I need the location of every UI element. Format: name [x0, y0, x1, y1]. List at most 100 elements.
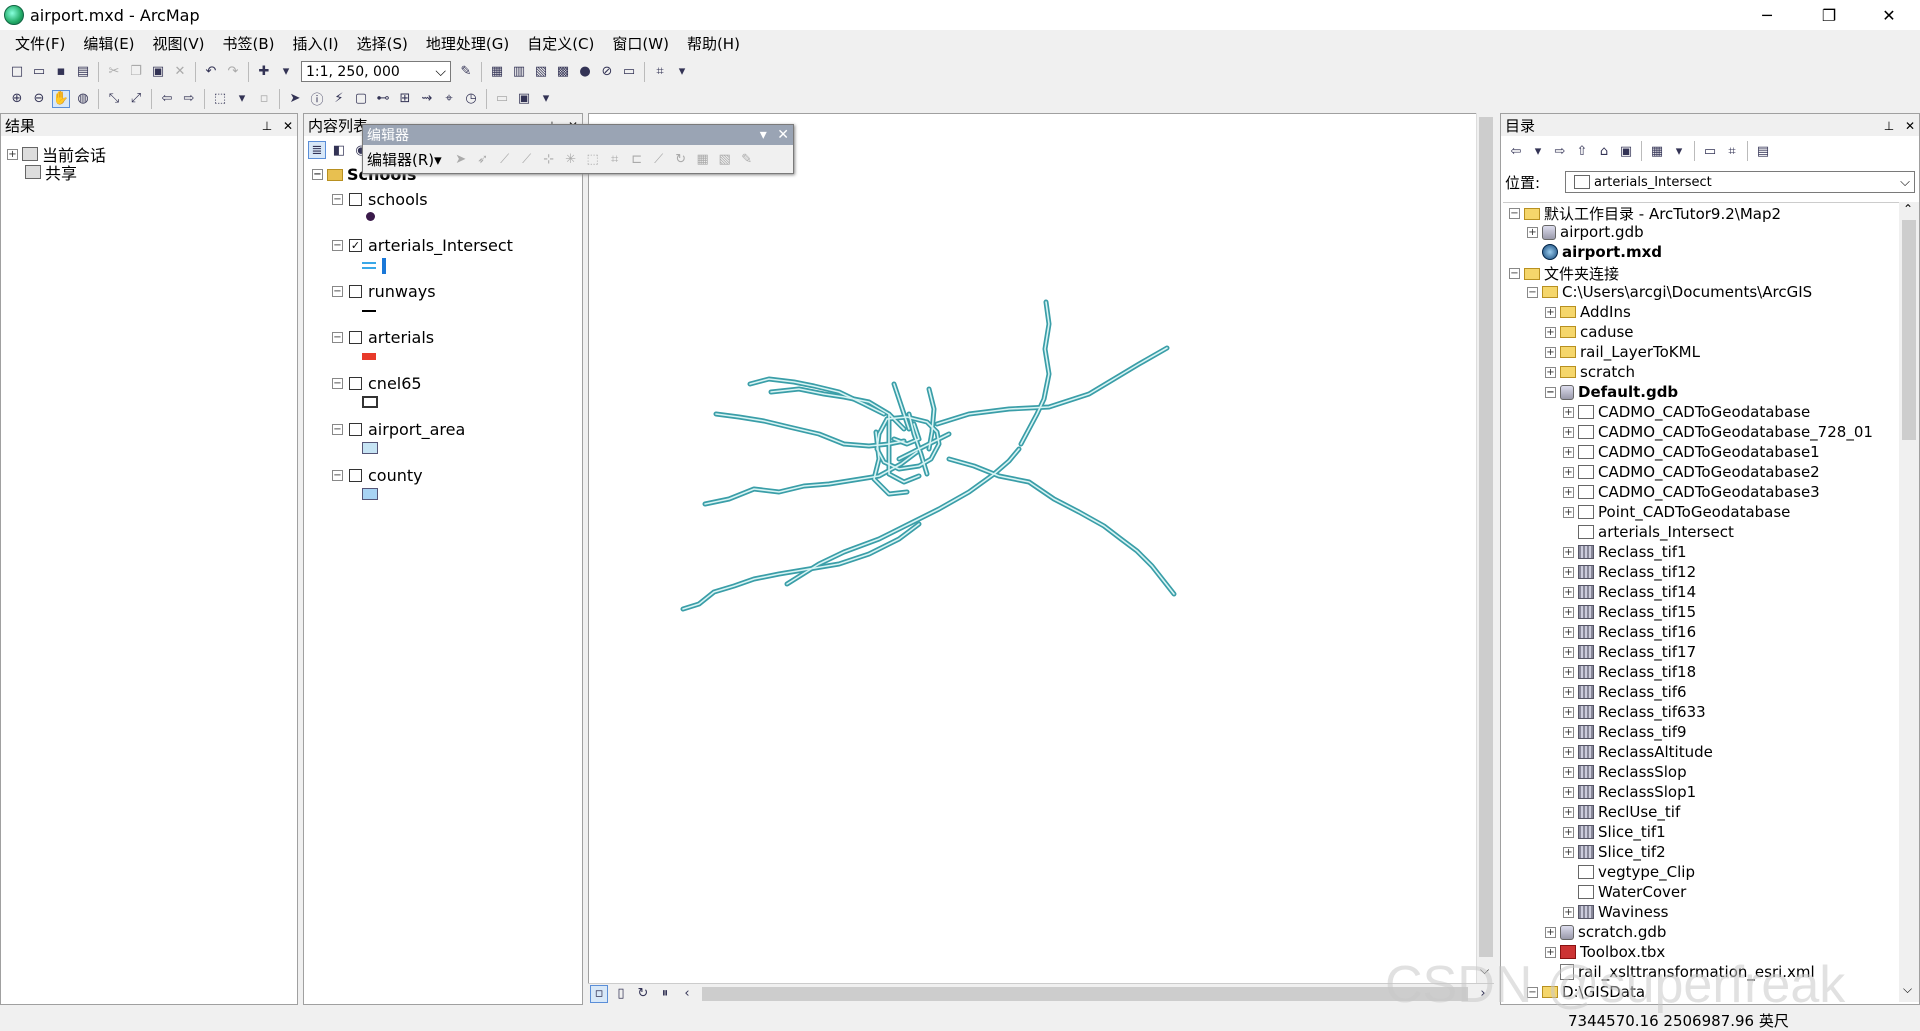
collapse-icon[interactable]: −	[1509, 208, 1520, 219]
catalog-tree-item[interactable]: + ReclassSlop1	[1563, 783, 1696, 801]
layout-view-icon[interactable]: ▯	[612, 985, 630, 1003]
zoom-out-icon[interactable]: ⊖	[30, 90, 48, 108]
rotate-icon[interactable]: ↻	[672, 150, 690, 168]
redo-icon[interactable]: ↷	[224, 63, 242, 81]
catalog-tree-item[interactable]: + Reclass_tif15	[1563, 603, 1696, 621]
go-forward-arrow-icon[interactable]: ⇨	[180, 90, 198, 108]
expand-icon[interactable]: +	[1563, 766, 1574, 778]
expand-icon[interactable]: +	[1563, 786, 1574, 798]
menu-insert[interactable]: 插入(I)	[284, 33, 348, 54]
edit-tool-icon[interactable]: ➤	[452, 150, 470, 168]
catalog-tree-item[interactable]: + scratch.gdb	[1545, 923, 1666, 941]
delete-icon[interactable]: ✕	[171, 63, 189, 81]
expand-icon[interactable]: +	[1563, 906, 1574, 918]
expand-icon[interactable]: +	[1563, 506, 1574, 518]
map-scale-combobox[interactable]: 1:1, 250, 000 ⌵	[301, 61, 451, 82]
menu-help[interactable]: 帮助(H)	[678, 33, 749, 54]
disconnect-folder-icon[interactable]: ⌗	[1723, 142, 1741, 160]
layer-visibility-checkbox[interactable]	[349, 469, 362, 482]
editor-toolbar-titlebar[interactable]: 编辑器 ▾ ✕	[363, 125, 793, 145]
scrollbar-thumb[interactable]	[1479, 117, 1493, 957]
toggle-contents-icon[interactable]: ▣	[1617, 142, 1635, 160]
catalog-tree-item[interactable]: + CADMO_CADToGeodatabase_728_01	[1563, 423, 1873, 441]
expand-icon[interactable]: +	[1563, 426, 1574, 438]
cut-icon[interactable]: ✂	[105, 63, 123, 81]
split-icon[interactable]: ⟋	[650, 150, 668, 168]
edit-annotation-icon[interactable]: ➶	[474, 150, 492, 168]
collapse-icon[interactable]: −	[332, 240, 343, 251]
trace-icon[interactable]: ⊹	[540, 150, 558, 168]
expand-icon[interactable]: +	[1563, 646, 1574, 658]
reshape-icon[interactable]: ⌗	[606, 150, 624, 168]
endpoint-arc-icon[interactable]: ⟋	[518, 150, 536, 168]
forward-arrow-icon[interactable]: ⇨	[1551, 142, 1569, 160]
pin-icon[interactable]: ⊥	[262, 119, 272, 133]
pan-hand-icon[interactable]: ✋	[52, 89, 70, 108]
modelbuilder-icon[interactable]: ⊘	[598, 63, 616, 81]
full-extent-globe-icon[interactable]: ◍	[74, 90, 92, 108]
collapse-icon[interactable]: −	[332, 378, 343, 389]
layer-visibility-checkbox[interactable]	[349, 193, 362, 206]
road-feature[interactable]	[1018, 299, 1052, 447]
expand-icon[interactable]: +	[1563, 406, 1574, 418]
toc-layer-cnel65[interactable]: − cnel65	[332, 374, 422, 393]
expand-icon[interactable]: +	[1563, 626, 1574, 638]
network-icon[interactable]: ⌗	[651, 63, 669, 81]
scroll-down-icon[interactable]: ⌵	[1903, 982, 1912, 997]
catalog-tree-item[interactable]: + Reclass_tif12	[1563, 563, 1696, 581]
expand-icon[interactable]: +	[1545, 926, 1556, 938]
expand-icon[interactable]: +	[1563, 486, 1574, 498]
catalog-tree-item[interactable]: + ReclUse_tif	[1563, 803, 1680, 821]
menu-geoprocessing[interactable]: 地理处理(G)	[417, 33, 518, 54]
undo-icon[interactable]: ↶	[202, 63, 220, 81]
chevron-down-icon[interactable]: ▾	[760, 127, 767, 143]
list-by-drawing-order-icon[interactable]: ≣	[308, 141, 326, 159]
collapse-icon[interactable]: −	[332, 470, 343, 481]
editor-toolbar-icon[interactable]: ✎	[457, 63, 475, 81]
close-button[interactable]: ✕	[1866, 0, 1912, 30]
sketch-properties-icon[interactable]: ▧	[716, 150, 734, 168]
toc-layer-runways[interactable]: − runways	[332, 282, 436, 301]
expand-icon[interactable]: +	[1563, 686, 1574, 698]
expand-icon[interactable]: +	[1563, 726, 1574, 738]
edit-vertices-icon[interactable]: ⬚	[584, 150, 602, 168]
menu-bookmarks[interactable]: 书签(B)	[214, 33, 284, 54]
toc-layer-airport-area[interactable]: − airport_area	[332, 420, 465, 439]
menu-edit[interactable]: 编辑(E)	[74, 33, 143, 54]
collapse-icon[interactable]: −	[1509, 268, 1520, 279]
expand-icon[interactable]: +	[1563, 606, 1574, 618]
road-feature[interactable]	[747, 376, 887, 417]
list-by-source-icon[interactable]: ◧	[330, 141, 348, 159]
catalog-tree-item[interactable]: − Default.gdb	[1545, 383, 1678, 401]
measure-icon[interactable]: ⊷	[374, 90, 392, 108]
catalog-tree-item[interactable]: WaterCover	[1563, 883, 1686, 901]
scroll-left-icon[interactable]: ‹	[678, 985, 696, 1003]
clear-selection-icon[interactable]: ▫	[255, 90, 273, 108]
layer-symbol[interactable]	[362, 353, 376, 360]
go-back-arrow-icon[interactable]: ⇦	[158, 90, 176, 108]
new-document-icon[interactable]: □	[8, 63, 26, 81]
catalog-tree-item[interactable]: + CADMO_CADToGeodatabase2	[1563, 463, 1820, 481]
catalog-tree-item[interactable]: + Reclass_tif18	[1563, 663, 1696, 681]
catalog-tree-item[interactable]: + AddIns	[1545, 303, 1631, 321]
data-view-icon[interactable]: ▫	[590, 984, 608, 1003]
layer-symbol[interactable]	[362, 396, 378, 408]
menu-windows[interactable]: 窗口(W)	[603, 33, 678, 54]
layer-visibility-checkbox[interactable]	[349, 331, 362, 344]
attributes-icon[interactable]: ▦	[694, 150, 712, 168]
save-icon[interactable]: ▪	[52, 63, 70, 81]
catalog-tree-item[interactable]: + Point_CADToGeodatabase	[1563, 503, 1790, 521]
editor-toolbar-window[interactable]: 编辑器 ▾ ✕ 编辑器(R)▾ ➤ ➶ ⟋ ⟋ ⊹ ✳ ⬚ ⌗ ⊏ ⟋ ↻ ▦ …	[362, 124, 794, 174]
maximize-button[interactable]: ❐	[1806, 0, 1852, 30]
map-horizontal-scrollbar[interactable]	[702, 986, 1468, 1001]
catalog-tree-item[interactable]: + Slice_tif2	[1563, 843, 1666, 861]
catalog-tree-item[interactable]: + ReclassSlop	[1563, 763, 1687, 781]
options-icon[interactable]: ▤	[1754, 142, 1772, 160]
expand-icon[interactable]: +	[1545, 366, 1556, 378]
toc-layer-schools[interactable]: − schools	[332, 190, 428, 209]
expand-icon[interactable]: +	[1563, 466, 1574, 478]
catalog-tree-item[interactable]: + Slice_tif1	[1563, 823, 1666, 841]
expand-icon[interactable]: +	[1563, 806, 1574, 818]
collapse-icon[interactable]: −	[332, 194, 343, 205]
expand-icon[interactable]: +	[1563, 546, 1574, 558]
